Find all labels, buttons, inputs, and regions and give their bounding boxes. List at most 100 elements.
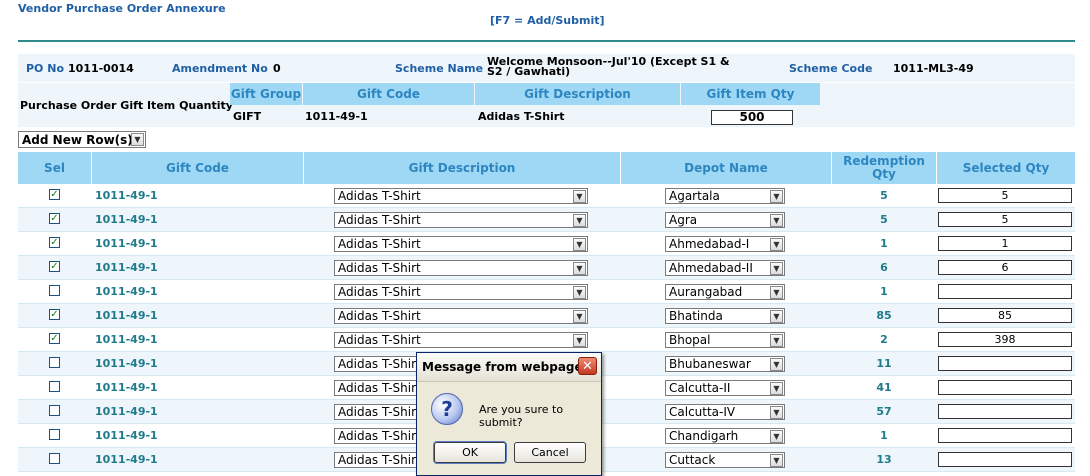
row-gift-code: 1011-49-1 — [95, 453, 158, 466]
dialog-titlebar[interactable]: Message from webpage ✕ — [417, 353, 601, 382]
row-depot-value: Calcutta-II — [669, 381, 731, 395]
add-new-rows-select[interactable]: Add New Row(s) ▼ — [18, 131, 146, 148]
row-select-checkbox[interactable] — [49, 405, 60, 416]
chevron-down-icon[interactable]: ▼ — [573, 310, 586, 323]
row-depot-select[interactable]: Ahmedabad-I ▼ — [665, 236, 785, 252]
row-gift-code: 1011-49-1 — [95, 285, 158, 298]
row-select-checkbox[interactable]: ✓ — [49, 189, 60, 200]
row-depot-value: Calcutta-IV — [669, 405, 736, 419]
row-selected-qty-input[interactable] — [938, 404, 1072, 419]
page-title: Vendor Purchase Order Annexure — [18, 2, 226, 15]
chevron-down-icon[interactable]: ▼ — [770, 382, 783, 395]
row-gift-description-select[interactable]: Adidas T-Shirt ▼ — [334, 236, 588, 252]
gift-summary: Purchase Order Gift Item Quantity Gift G… — [18, 83, 1075, 127]
chevron-down-icon[interactable]: ▼ — [573, 190, 586, 203]
row-select-checkbox[interactable]: ✓ — [49, 237, 60, 248]
row-select-checkbox[interactable]: ✓ — [49, 213, 60, 224]
row-gift-description-select[interactable]: Adidas T-Shirt ▼ — [334, 260, 588, 276]
row-depot-select[interactable]: Ahmedabad-II ▼ — [665, 260, 785, 276]
row-select-checkbox[interactable]: ✓ — [49, 309, 60, 320]
gift-code-col-header: Gift Code — [92, 152, 304, 184]
gift-group-value: GIFT — [233, 109, 262, 123]
close-icon[interactable]: ✕ — [578, 357, 597, 375]
row-gift-description-select[interactable]: Adidas T-Shirt ▼ — [334, 212, 588, 228]
shortcut-hint: [F7 = Add/Submit] — [490, 14, 605, 27]
amendment-label: Amendment No — [172, 62, 268, 75]
row-select-checkbox[interactable]: ✓ — [49, 333, 60, 344]
row-redemption-qty: 11 — [876, 357, 892, 370]
row-depot-value: Ahmedabad-II — [669, 261, 753, 275]
chevron-down-icon[interactable]: ▼ — [770, 334, 783, 347]
row-depot-select[interactable]: Cuttack ▼ — [665, 452, 785, 468]
row-selected-qty-input[interactable] — [938, 356, 1072, 371]
chevron-down-icon[interactable]: ▼ — [573, 214, 586, 227]
row-gift-code: 1011-49-1 — [95, 333, 158, 346]
row-gift-description-select[interactable]: Adidas T-Shirt ▼ — [334, 332, 588, 348]
row-selected-qty-input[interactable]: 398 — [938, 332, 1072, 347]
po-no-label: PO No — [26, 62, 65, 75]
row-gift-description-value: Adidas T-Shir — [338, 405, 417, 419]
row-select-checkbox[interactable] — [49, 453, 60, 464]
row-gift-description-select[interactable]: Adidas T-Shirt ▼ — [334, 308, 588, 324]
row-gift-code: 1011-49-1 — [95, 357, 158, 370]
chevron-down-icon[interactable]: ▼ — [770, 190, 783, 203]
chevron-down-icon[interactable]: ▼ — [770, 454, 783, 467]
row-selected-qty-input[interactable] — [938, 428, 1072, 443]
row-depot-select[interactable]: Calcutta-II ▼ — [665, 380, 785, 396]
row-gift-description-value: Adidas T-Shirt — [338, 309, 421, 323]
row-gift-description-value: Adidas T-Shir — [338, 429, 417, 443]
chevron-down-icon[interactable]: ▼ — [770, 238, 783, 251]
row-redemption-qty: 13 — [876, 453, 892, 466]
chevron-down-icon[interactable]: ▼ — [770, 430, 783, 443]
row-depot-select[interactable]: Chandigarh ▼ — [665, 428, 785, 444]
ok-button[interactable]: OK — [433, 441, 507, 464]
row-depot-value: Bhopal — [669, 333, 711, 347]
row-selected-qty-input[interactable]: 1 — [938, 236, 1072, 251]
row-depot-select[interactable]: Bhatinda ▼ — [665, 308, 785, 324]
row-selected-qty-input[interactable] — [938, 380, 1072, 395]
row-redemption-qty: 5 — [880, 213, 888, 226]
row-selected-qty-input[interactable] — [938, 284, 1072, 299]
row-depot-select[interactable]: Agra ▼ — [665, 212, 785, 228]
dialog-title: Message from webpage — [422, 360, 583, 374]
row-selected-qty-input[interactable]: 6 — [938, 260, 1072, 275]
chevron-down-icon[interactable]: ▼ — [770, 214, 783, 227]
row-select-checkbox[interactable] — [49, 381, 60, 392]
row-depot-select[interactable]: Bhopal ▼ — [665, 332, 785, 348]
row-depot-value: Ahmedabad-I — [669, 237, 750, 251]
row-depot-select[interactable]: Aurangabad ▼ — [665, 284, 785, 300]
row-select-checkbox[interactable] — [49, 285, 60, 296]
gift-item-qty-input[interactable]: 500 — [711, 110, 793, 125]
table-row: ✓ 1011-49-1 Adidas T-Shirt ▼ Bhopal ▼ 2 398 — [18, 328, 1075, 352]
chevron-down-icon[interactable]: ▼ — [770, 286, 783, 299]
gift-summary-label: Purchase Order Gift Item Quantity — [20, 99, 233, 112]
row-selected-qty-input[interactable]: 5 — [938, 188, 1072, 203]
chevron-down-icon[interactable]: ▼ — [770, 310, 783, 323]
chevron-down-icon[interactable]: ▼ — [131, 133, 144, 146]
row-select-checkbox[interactable] — [49, 357, 60, 368]
row-depot-value: Agartala — [669, 189, 720, 203]
gift-description-header: Gift Description — [475, 83, 680, 105]
chevron-down-icon[interactable]: ▼ — [573, 334, 586, 347]
gift-description-col-header: Gift Description — [304, 152, 621, 184]
row-depot-select[interactable]: Bhubaneswar ▼ — [665, 356, 785, 372]
row-gift-description-select[interactable]: Adidas T-Shirt ▼ — [334, 188, 588, 204]
redemption-header-line2: Qty — [872, 167, 896, 181]
row-select-checkbox[interactable]: ✓ — [49, 261, 60, 272]
chevron-down-icon[interactable]: ▼ — [573, 238, 586, 251]
row-depot-select[interactable]: Agartala ▼ — [665, 188, 785, 204]
add-new-rows-value: Add New Row(s) — [22, 132, 133, 147]
row-selected-qty-input[interactable] — [938, 452, 1072, 467]
row-selected-qty-input[interactable]: 5 — [938, 212, 1072, 227]
chevron-down-icon[interactable]: ▼ — [770, 358, 783, 371]
cancel-button[interactable]: Cancel — [514, 442, 586, 463]
chevron-down-icon[interactable]: ▼ — [770, 406, 783, 419]
chevron-down-icon[interactable]: ▼ — [573, 286, 586, 299]
row-gift-description-select[interactable]: Adidas T-Shirt ▼ — [334, 284, 588, 300]
row-depot-select[interactable]: Calcutta-IV ▼ — [665, 404, 785, 420]
chevron-down-icon[interactable]: ▼ — [573, 262, 586, 275]
row-select-checkbox[interactable] — [49, 429, 60, 440]
gift-group-header: Gift Group — [230, 83, 302, 105]
chevron-down-icon[interactable]: ▼ — [770, 262, 783, 275]
row-selected-qty-input[interactable]: 85 — [938, 308, 1072, 323]
